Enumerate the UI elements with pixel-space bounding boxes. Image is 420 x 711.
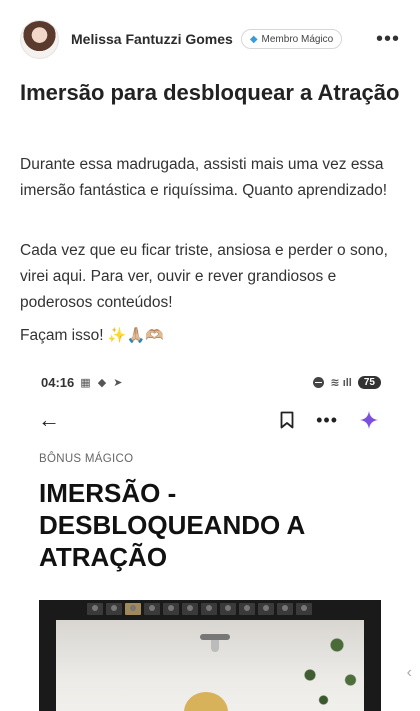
participant-tile bbox=[87, 603, 103, 615]
participant-tile bbox=[239, 603, 255, 615]
badge-label: Membro Mágico bbox=[261, 33, 334, 45]
do-not-disturb-icon bbox=[313, 376, 325, 388]
app-bar: ← ••• bbox=[38, 406, 378, 434]
emoji-sparkles-pray-heart-hands: ✨🙏🏼🫶🏼 bbox=[107, 327, 164, 344]
participant-tile bbox=[296, 603, 312, 615]
more-horizontal-icon[interactable]: ••• bbox=[316, 410, 338, 431]
presenter-head bbox=[184, 692, 228, 711]
video-frame bbox=[56, 620, 364, 711]
phone-status-bar: 04:16 ▦ ◆ ➤ ≋ ıll 75 bbox=[41, 372, 381, 392]
chevron-left-icon[interactable]: ‹ bbox=[407, 664, 412, 682]
post-paragraph-3: Façam isso! ✨🙏🏼🫶🏼 bbox=[20, 323, 405, 349]
participant-tile bbox=[258, 603, 274, 615]
participant-tile bbox=[277, 603, 293, 615]
post-paragraph-2: Cada vez que eu ficar triste, ansiosa e … bbox=[20, 242, 388, 311]
participant-tile bbox=[220, 603, 236, 615]
arrow-left-icon[interactable]: ← bbox=[38, 409, 60, 431]
more-horizontal-icon: ••• bbox=[376, 28, 401, 50]
avatar[interactable] bbox=[20, 19, 59, 59]
author-name[interactable]: Melissa Fantuzzi Gomes bbox=[71, 31, 233, 47]
hanging-plant bbox=[274, 620, 364, 711]
battery-level: 75 bbox=[357, 375, 381, 389]
embedded-screenshot[interactable]: 04:16 ▦ ◆ ➤ ≋ ıll 75 ← ••• BÔNUS MÁGICO … bbox=[20, 362, 400, 711]
status-time: 04:16 bbox=[41, 374, 75, 390]
section-kicker: BÔNUS MÁGICO bbox=[39, 453, 134, 465]
post-header: Melissa Fantuzzi Gomes ◆ Membro Mágico •… bbox=[20, 18, 400, 60]
app-bar-actions: ••• bbox=[280, 410, 378, 431]
participant-tile bbox=[182, 603, 198, 615]
bookmark-icon[interactable] bbox=[280, 411, 294, 429]
more-options-button[interactable]: ••• bbox=[376, 27, 400, 51]
video-thumbnail[interactable] bbox=[39, 600, 381, 711]
post-paragraph-3-text: Façam isso! bbox=[20, 327, 104, 344]
status-right: ≋ ıll 75 bbox=[313, 375, 381, 389]
participant-strip bbox=[87, 603, 312, 616]
post-title: Imersão para desbloquear a Atração bbox=[20, 80, 400, 105]
lesson-title: IMERSÃO - DESBLOQUEANDO A ATRAÇÃO bbox=[39, 478, 305, 572]
participant-tile bbox=[201, 603, 217, 615]
member-badge: ◆ Membro Mágico bbox=[240, 29, 343, 49]
ceiling-fan-light bbox=[211, 640, 219, 652]
participant-tile bbox=[125, 603, 141, 615]
notification-icons: ▦ ◆ ➤ bbox=[80, 376, 125, 389]
participant-tile bbox=[163, 603, 179, 615]
participant-tile bbox=[106, 603, 122, 615]
sparkle-icon[interactable] bbox=[360, 411, 378, 429]
wifi-signal-icon: ≋ ıll bbox=[330, 376, 352, 389]
participant-tile bbox=[144, 603, 160, 615]
gem-icon: ◆ bbox=[249, 33, 258, 45]
post-paragraph-1: Durante essa madrugada, assisti mais uma… bbox=[20, 156, 388, 199]
